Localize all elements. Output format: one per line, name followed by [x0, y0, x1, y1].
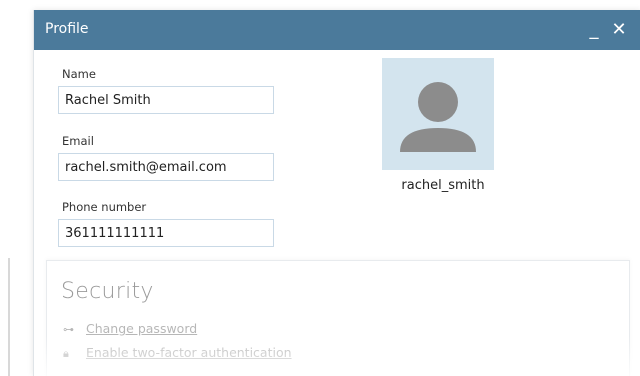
screen: Profile _ ✕ Name Email Phone number rach… — [0, 0, 640, 376]
close-button[interactable]: ✕ — [608, 18, 630, 42]
change-password-link[interactable]: ⊶ Change password — [63, 321, 197, 336]
change-password-label: Change password — [86, 321, 198, 336]
lock-icon: 🔒︎ — [63, 347, 69, 360]
email-label: Email — [62, 134, 94, 148]
two-factor-label: Enable two-factor authentication — [86, 345, 292, 360]
name-field[interactable] — [58, 86, 274, 114]
avatar[interactable] — [382, 58, 494, 170]
dialog-title: Profile — [45, 21, 89, 37]
background-divider — [8, 258, 10, 376]
minimize-button[interactable]: _ — [583, 18, 605, 42]
title-bar[interactable]: Profile _ ✕ — [34, 10, 640, 50]
security-heading: Security — [61, 279, 154, 304]
phone-field[interactable] — [58, 219, 274, 247]
user-silhouette-icon — [400, 82, 476, 152]
two-factor-link[interactable]: 🔒︎ Enable two-factor authentication — [63, 345, 292, 361]
phone-label: Phone number — [62, 200, 147, 214]
security-section: Security ⊶ Change password 🔒︎ Enable two-f… — [46, 260, 630, 376]
profile-dialog: Profile _ ✕ Name Email Phone number rach… — [33, 10, 640, 376]
name-label: Name — [62, 67, 96, 81]
email-field[interactable] — [58, 153, 274, 181]
key-icon: ⊶ — [63, 323, 74, 336]
username: rachel_smith — [401, 178, 485, 193]
